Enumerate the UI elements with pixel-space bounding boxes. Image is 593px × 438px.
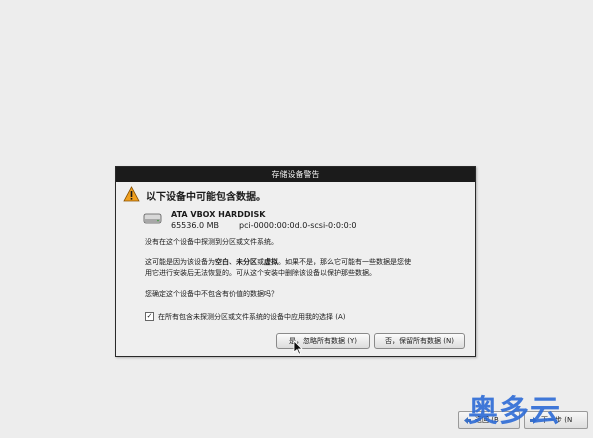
dialog-heading: 以下设备中可能包含数据。 bbox=[146, 192, 266, 203]
explanation-line-2: 用它进行安装后无法恢复的。可从这个安装中删除该设备以保护那些数据。 bbox=[145, 269, 376, 277]
installer-screen: { "dialog": { "title": "存储设备警告", "headin… bbox=[0, 0, 593, 438]
storage-warning-dialog: 存储设备警告 以下设备中可能包含数据。 ATA VBOX HARDDISK 65… bbox=[115, 166, 476, 357]
apply-to-all-label[interactable]: 在所有包含未探测分区或文件系统的设备中应用我的选择 (A) bbox=[158, 312, 345, 322]
dialog-title: 存储设备警告 bbox=[116, 167, 475, 182]
disk-name: ATA VBOX HARDDISK bbox=[171, 210, 266, 219]
confirm-question: 您确定这个设备中不包含有价值的数据吗？ bbox=[145, 290, 278, 298]
harddisk-icon bbox=[143, 213, 162, 224]
explanation-line-1: 这可能是因为该设备为空白、未分区或虚拟。如果不是，那么它可能有一些数据是您使 bbox=[145, 258, 411, 266]
warning-icon bbox=[123, 186, 140, 202]
apply-to-all-checkbox[interactable]: ✓ bbox=[145, 312, 154, 321]
disk-size: 65536.0 MB bbox=[171, 221, 220, 230]
watermark-logo: 奥多云 bbox=[468, 394, 561, 429]
mouse-cursor-icon bbox=[293, 340, 303, 355]
disk-path: pci-0000:00:0d.0-scsi-0:0:0:0 bbox=[239, 221, 357, 230]
no-partitions-text: 没有在这个设备中探测到分区或文件系统。 bbox=[145, 238, 278, 246]
keep-data-button[interactable]: 否，保留所有数据 (N) bbox=[374, 333, 465, 349]
discard-data-button[interactable]: 是，忽略所有数据 (Y) bbox=[276, 333, 370, 349]
